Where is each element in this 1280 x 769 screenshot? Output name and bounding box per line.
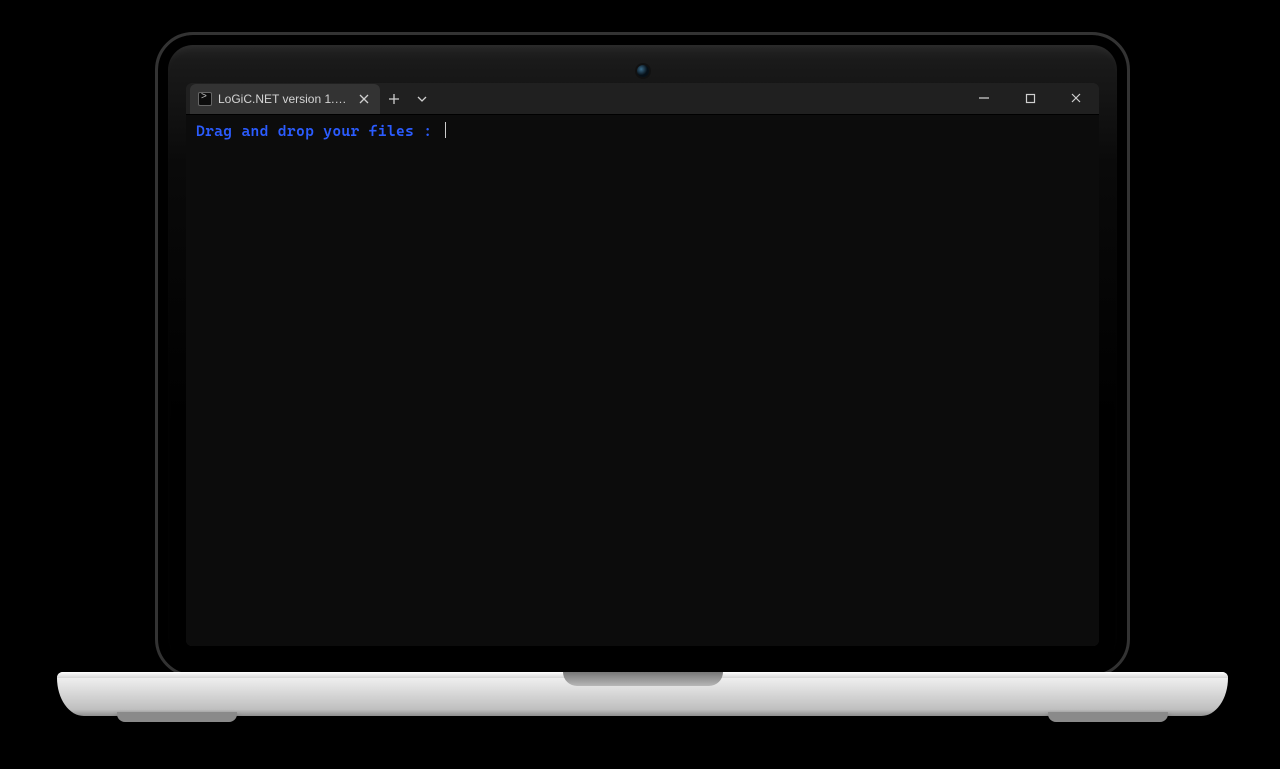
chevron-down-icon bbox=[417, 94, 427, 104]
tab-actions bbox=[380, 84, 436, 114]
laptop-foot-right bbox=[1048, 712, 1168, 722]
close-icon bbox=[1070, 92, 1082, 104]
tab-close-button[interactable] bbox=[356, 91, 372, 107]
window-titlebar: LoGiC.NET version 1.5 Antitam bbox=[186, 83, 1099, 115]
terminal-icon bbox=[198, 92, 212, 106]
new-tab-button[interactable] bbox=[380, 85, 408, 113]
tab-active[interactable]: LoGiC.NET version 1.5 Antitam bbox=[190, 84, 380, 114]
laptop-base bbox=[57, 672, 1228, 716]
plus-icon bbox=[388, 93, 400, 105]
window-close-button[interactable] bbox=[1053, 83, 1099, 114]
window-minimize-button[interactable] bbox=[961, 83, 1007, 114]
screen: LoGiC.NET version 1.5 Antitam bbox=[186, 83, 1099, 646]
tab-dropdown-button[interactable] bbox=[408, 85, 436, 113]
close-icon bbox=[359, 94, 369, 104]
terminal-cursor bbox=[445, 122, 446, 138]
terminal-body[interactable]: Drag and drop your files : bbox=[186, 115, 1099, 646]
window-controls bbox=[961, 83, 1099, 114]
laptop-notch bbox=[563, 672, 723, 686]
window-maximize-button[interactable] bbox=[1007, 83, 1053, 114]
terminal-prompt: Drag and drop your files : bbox=[196, 122, 441, 140]
minimize-icon bbox=[978, 92, 990, 104]
maximize-icon bbox=[1025, 93, 1036, 104]
laptop-camera bbox=[637, 65, 649, 77]
laptop-frame: LoGiC.NET version 1.5 Antitam bbox=[155, 32, 1130, 702]
tab-title: LoGiC.NET version 1.5 Antitam bbox=[218, 92, 350, 106]
laptop-foot-left bbox=[117, 712, 237, 722]
laptop-bezel: LoGiC.NET version 1.5 Antitam bbox=[155, 32, 1130, 677]
